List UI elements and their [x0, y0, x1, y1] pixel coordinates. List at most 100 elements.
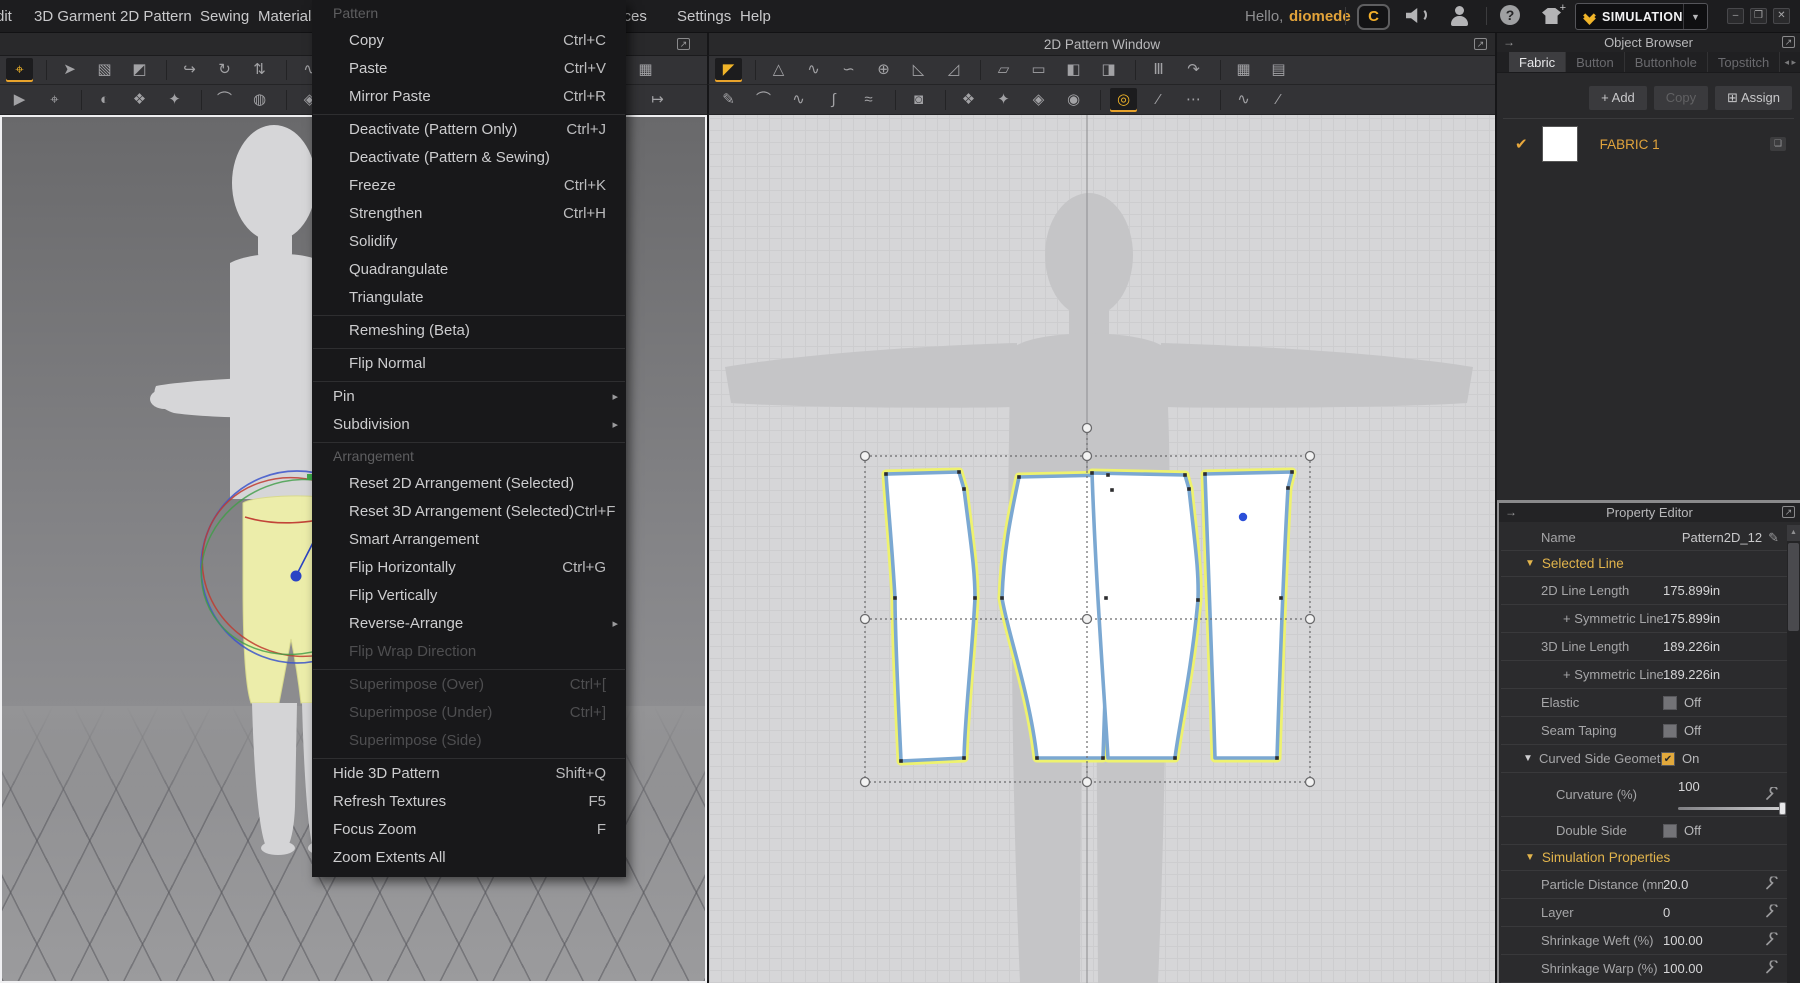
baste-line-tool[interactable]: ⋯: [1180, 88, 1207, 112]
scroll-up-icon[interactable]: ▲: [1787, 525, 1800, 541]
menu-materials[interactable]: Materials: [258, 8, 319, 25]
double-side-checkbox[interactable]: [1663, 823, 1677, 838]
restore-button[interactable]: ❐: [1750, 8, 1767, 24]
edit-sewing-tool[interactable]: ✎: [715, 88, 742, 112]
username[interactable]: diomede: [1289, 8, 1351, 25]
collapse-panel-icon[interactable]: →: [1505, 503, 1517, 522]
copy-fabric-button[interactable]: Copy: [1653, 86, 1709, 110]
context-menu-item[interactable]: Paste Ctrl+V ▸: [312, 54, 626, 82]
property-value[interactable]: 189.226in: [1663, 667, 1720, 682]
add-notch-tool[interactable]: ◿: [940, 58, 967, 82]
elastic-checkbox[interactable]: [1663, 695, 1677, 710]
clo-logo-icon[interactable]: C: [1357, 4, 1390, 30]
context-menu-item[interactable]: Flip Vertically ▸: [312, 581, 626, 609]
context-menu-item[interactable]: Flip Normal ▸: [312, 349, 626, 377]
context-menu-item[interactable]: Strengthen Ctrl+H ▸: [312, 199, 626, 227]
create-rectangle-tool[interactable]: ▭: [1025, 58, 1052, 82]
context-menu-item[interactable]: Focus Zoom F ▸: [312, 815, 626, 843]
property-value[interactable]: 175.899in: [1663, 611, 1720, 626]
context-menu-item[interactable]: Solidify ▸: [312, 227, 626, 255]
edit-round-corner-tool[interactable]: ◺: [905, 58, 932, 82]
menu-help[interactable]: Help: [740, 8, 771, 25]
simulation-button[interactable]: SIMULATION ▼: [1575, 3, 1708, 30]
context-menu-item[interactable]: Smart Arrangement ▸: [312, 525, 626, 553]
context-menu-item[interactable]: Freeze Ctrl+K ▸: [312, 171, 626, 199]
context-menu-item[interactable]: Hide 3D Pattern Shift+Q ▸: [312, 759, 626, 787]
tab-fabric[interactable]: Fabric: [1509, 52, 1567, 72]
wrench-icon[interactable]: [1765, 785, 1779, 804]
context-menu-item[interactable]: Quadrangulate ▸: [312, 255, 626, 283]
menu-edit[interactable]: Edit: [0, 8, 12, 25]
close-button[interactable]: ✕: [1773, 8, 1790, 24]
lasso-select-tool[interactable]: ◩: [126, 58, 153, 82]
context-menu-item[interactable]: Deactivate (Pattern & Sewing) ▸: [312, 143, 626, 171]
minimize-button[interactable]: –: [1727, 8, 1744, 24]
tab-scroll-arrows-icon[interactable]: ◂ ▸: [1784, 52, 1800, 72]
menu-settings[interactable]: Settings: [677, 8, 731, 25]
pin-cloth-tool[interactable]: ✦: [990, 88, 1017, 112]
pattern-piece-1[interactable]: [884, 470, 977, 763]
create-internal-rectangle-tool[interactable]: ◨: [1095, 58, 1122, 82]
popout-icon[interactable]: ↗: [1474, 38, 1487, 50]
flip-pattern-tool[interactable]: ⇅: [246, 58, 273, 82]
menu-2d-pattern[interactable]: 2D Pattern: [120, 8, 192, 25]
assign-fabric-button[interactable]: ⊞ Assign: [1715, 86, 1792, 110]
property-value[interactable]: 100.00: [1663, 961, 1703, 976]
fabric-shading-tool[interactable]: ◈: [1025, 88, 1052, 112]
property-value[interactable]: 0: [1663, 905, 1670, 920]
2d-pattern-viewport[interactable]: [707, 115, 1495, 983]
transform-pattern-tool[interactable]: ◤: [715, 58, 742, 82]
pattern-piece-3[interactable]: [1090, 471, 1200, 760]
pattern-piece-4[interactable]: [1203, 470, 1294, 760]
tab-button[interactable]: Button: [1566, 52, 1625, 72]
property-value[interactable]: 20.0: [1663, 877, 1688, 892]
curvature-slider[interactable]: [1678, 802, 1786, 815]
context-menu-item[interactable]: Mirror Paste Ctrl+R ▸: [312, 82, 626, 110]
speaker-icon[interactable]: [1404, 4, 1430, 29]
save-fabric-icon[interactable]: ❏: [1770, 137, 1786, 151]
create-internal-polygon-tool[interactable]: ◧: [1060, 58, 1087, 82]
box-select-tool[interactable]: ▧: [91, 58, 118, 82]
simulate-tool[interactable]: ▶: [6, 88, 33, 112]
perpendicular-line-tool[interactable]: ⁄: [1265, 88, 1292, 112]
add-fabric-button[interactable]: + Add: [1589, 86, 1647, 110]
section-selected-line[interactable]: ▼ Selected Line: [1501, 551, 1787, 577]
popout-icon[interactable]: ↗: [677, 38, 690, 50]
context-menu-item[interactable]: Reset 2D Arrangement (Selected) ▸: [312, 469, 626, 497]
wrench-icon[interactable]: [1765, 958, 1779, 977]
rotate-pattern-tool[interactable]: ↻: [211, 58, 238, 82]
seam-taping-checkbox[interactable]: [1663, 723, 1677, 738]
edit-curvature-tool[interactable]: ∿: [800, 58, 827, 82]
show-garment-tool[interactable]: ❖: [126, 88, 153, 112]
unfold-arrangement-tool[interactable]: ↷: [1180, 58, 1207, 82]
menu-3d-garment[interactable]: 3D Garment: [34, 8, 116, 25]
account-icon[interactable]: [1447, 4, 1473, 29]
tab-topstitch[interactable]: Topstitch: [1708, 52, 1781, 72]
measure-tool[interactable]: ↦: [644, 88, 671, 112]
context-menu-item[interactable]: Pin ▸: [312, 382, 626, 410]
context-menu-item[interactable]: Triangulate ▸: [312, 283, 626, 311]
context-menu-item[interactable]: Superimpose (Side) ▸: [312, 726, 626, 754]
selected-point[interactable]: [1238, 512, 1248, 522]
pattern-name-value[interactable]: Pattern2D_12: [1682, 530, 1762, 545]
arrangement-grid-tool[interactable]: ▦: [632, 58, 659, 82]
texture-pattern-tool[interactable]: ◉: [1060, 88, 1087, 112]
wrench-icon[interactable]: [1765, 930, 1779, 949]
help-icon[interactable]: ?: [1498, 4, 1522, 29]
property-value[interactable]: 100.00: [1663, 933, 1703, 948]
context-menu-item[interactable]: Flip Horizontally Ctrl+G ▸: [312, 553, 626, 581]
popout-icon[interactable]: ↗: [1782, 36, 1795, 48]
fabric-list-item[interactable]: ✔ FABRIC 1 ❏: [1497, 124, 1800, 164]
wrench-icon[interactable]: [1765, 874, 1779, 893]
context-menu-item[interactable]: Reverse-Arrange ▸: [312, 609, 626, 637]
add-point-tool[interactable]: ⊕: [870, 58, 897, 82]
fit-garment-tool[interactable]: ✦: [161, 88, 188, 112]
free-sewing-tool[interactable]: ∿: [785, 88, 812, 112]
context-menu-item[interactable]: Superimpose (Under) Ctrl+] ▸: [312, 698, 626, 726]
segment-sewing-tool[interactable]: ⌒: [750, 88, 777, 112]
context-menu-item[interactable]: Remeshing (Beta) ▸: [312, 316, 626, 344]
slider-thumb[interactable]: [1779, 802, 1786, 815]
section-simulation-properties[interactable]: ▼ Simulation Properties: [1501, 845, 1787, 871]
wrench-icon[interactable]: [1765, 902, 1779, 921]
edit-grid-tool[interactable]: ▤: [1265, 58, 1292, 82]
